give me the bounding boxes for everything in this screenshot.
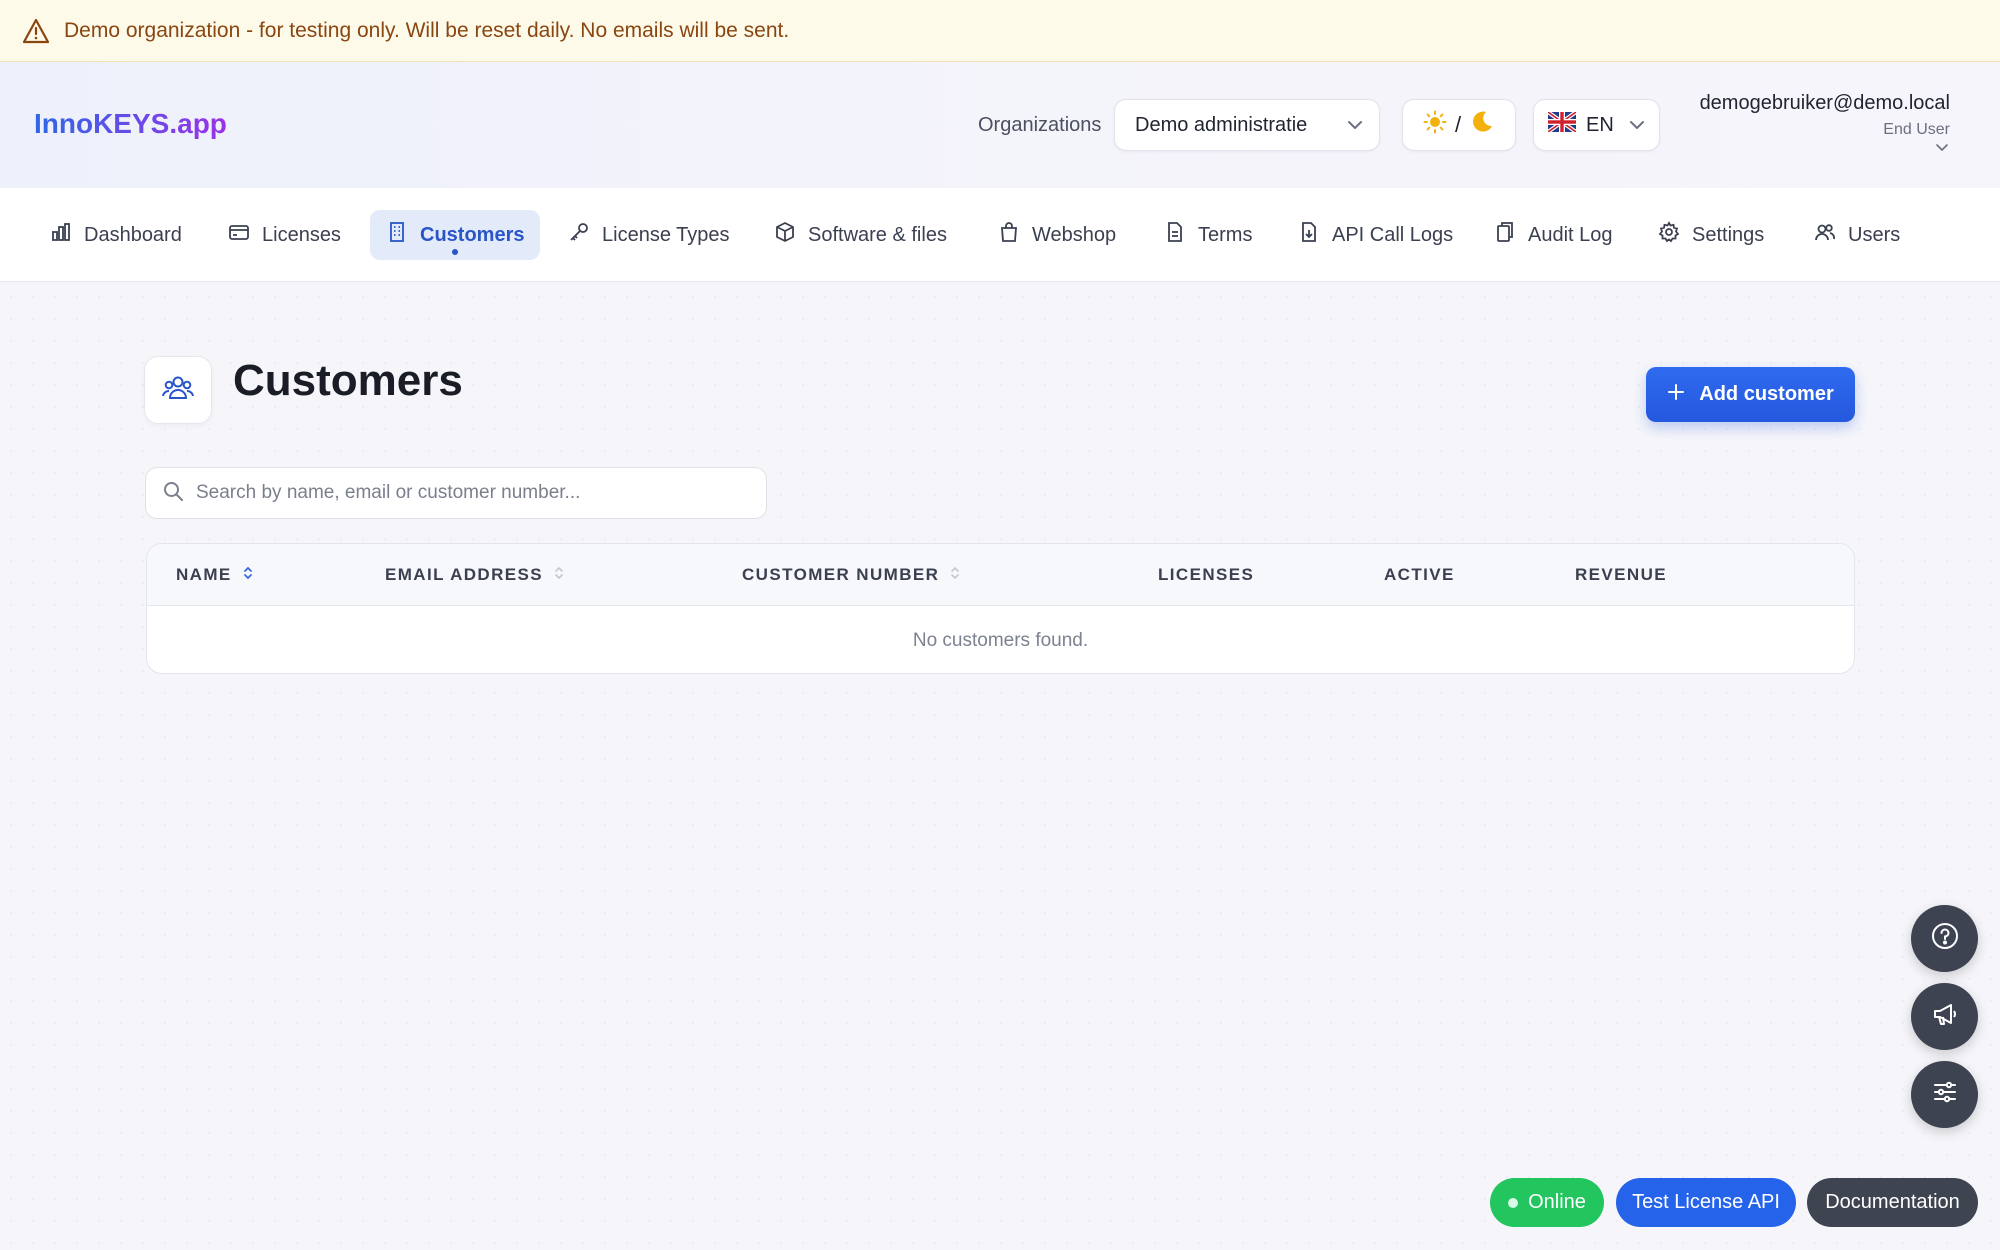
nav-license-types[interactable]: License Types [552,210,746,260]
key-icon [568,221,590,249]
language-select[interactable]: EN [1533,99,1660,151]
add-customer-button[interactable]: Add customer [1646,367,1855,422]
gear-icon [1658,221,1680,249]
theme-separator: / [1454,112,1462,137]
column-label: NAME [176,565,232,584]
nav-label: API Call Logs [1332,223,1454,246]
nav-api-call-logs[interactable]: API Call Logs [1282,210,1469,260]
documentation-label: Documentation [1825,1191,1960,1213]
customers-title-icon [144,356,212,424]
page-title: Customers [233,356,463,405]
customers-table: NAME EMAIL ADDRESS CUSTOMER NUMBER LICEN… [146,543,1855,674]
column-label: LICENSES [1158,565,1255,584]
bar-chart-icon [50,221,72,249]
chevron-down-icon [1627,114,1647,142]
online-status-label: Online [1528,1191,1586,1213]
theme-toggle[interactable]: / [1402,99,1516,151]
nav-dashboard[interactable]: Dashboard [34,210,198,260]
user-menu[interactable]: demogebruiker@demo.local End User [1700,92,1950,160]
nav-label: Customers [420,223,525,246]
nav-users[interactable]: Users [1798,210,1916,260]
building-icon [386,221,408,249]
credit-card-icon [228,221,250,249]
nav-label: Licenses [262,223,341,246]
app-logo[interactable]: InnoKEYS.app [34,108,227,140]
language-value: EN [1586,113,1614,136]
status-dot [1508,1197,1519,1208]
nav-terms[interactable]: Terms [1148,210,1268,260]
search-icon [162,480,184,507]
documentation-button[interactable]: Documentation [1807,1178,1978,1227]
user-email: demogebruiker@demo.local [1699,92,1950,114]
add-customer-label: Add customer [1699,383,1834,405]
banner-text: Demo organization - for testing only. Wi… [64,18,790,42]
uk-flag-icon [1546,110,1578,138]
megaphone-icon [1930,999,1960,1034]
warning-icon [22,18,50,44]
clipboard-icon [1494,221,1516,249]
empty-state-text: No customers found. [912,629,1089,651]
top-header: InnoKEYS.app Organizations Demo administ… [0,62,2000,188]
document-icon [1164,221,1186,249]
nav-software-files[interactable]: Software & files [758,210,963,260]
column-header-name[interactable]: NAME [176,544,254,606]
nav-label: Audit Log [1528,223,1613,246]
announcements-button[interactable] [1911,983,1978,1050]
nav-label: Webshop [1032,223,1117,246]
users-icon [1814,221,1836,249]
main-nav: Dashboard Licenses Customers License Typ… [0,188,2000,282]
plus-icon [1667,383,1685,407]
chevron-down-icon [1700,141,1950,160]
column-label: REVENUE [1575,565,1667,584]
file-download-icon [1298,221,1320,249]
nav-label: Dashboard [84,223,182,246]
column-header-licenses: LICENSES [1158,544,1254,606]
sort-icon [242,564,254,587]
test-license-api-label: Test License API [1632,1191,1780,1213]
shopping-bag-icon [998,221,1020,249]
organization-select[interactable]: Demo administratie [1114,99,1380,151]
settings-sliders-button[interactable] [1911,1061,1978,1128]
column-label: EMAIL ADDRESS [385,565,543,584]
search-input[interactable] [196,482,756,504]
help-icon [1930,921,1960,956]
sliders-icon [1930,1077,1960,1112]
sun-icon [1423,110,1447,140]
moon-icon [1469,109,1495,141]
column-header-email[interactable]: EMAIL ADDRESS [385,544,565,606]
test-license-api-button[interactable]: Test License API [1616,1178,1796,1227]
nav-label: Software & files [808,223,947,246]
nav-label: License Types [602,223,730,246]
column-header-customer-number[interactable]: CUSTOMER NUMBER [742,544,961,606]
nav-webshop[interactable]: Webshop [982,210,1132,260]
sort-icon [553,564,565,587]
online-status-badge: Online [1490,1178,1604,1227]
chevron-down-icon [1345,114,1365,142]
sort-icon [949,564,961,587]
active-indicator [452,249,459,255]
column-header-revenue: REVENUE [1575,544,1667,606]
demo-banner: Demo organization - for testing only. Wi… [0,0,2000,62]
nav-audit-log[interactable]: Audit Log [1478,210,1629,260]
nav-settings[interactable]: Settings [1642,210,1780,260]
help-button[interactable] [1911,905,1978,972]
column-label: CUSTOMER NUMBER [742,565,940,584]
table-header: NAME EMAIL ADDRESS CUSTOMER NUMBER LICEN… [147,544,1854,606]
nav-label: Users [1848,223,1901,246]
organization-select-value: Demo administratie [1135,113,1308,136]
nav-customers[interactable]: Customers [370,210,541,260]
organizations-label: Organizations [978,114,1102,136]
nav-label: Settings [1692,223,1765,246]
package-icon [774,221,796,249]
nav-label: Terms [1198,223,1253,246]
column-label: ACTIVE [1384,565,1455,584]
column-header-active: ACTIVE [1384,544,1455,606]
nav-licenses[interactable]: Licenses [212,210,357,260]
users-icon [161,371,195,410]
user-role: End User [1883,121,1950,138]
search-box[interactable] [145,467,767,519]
